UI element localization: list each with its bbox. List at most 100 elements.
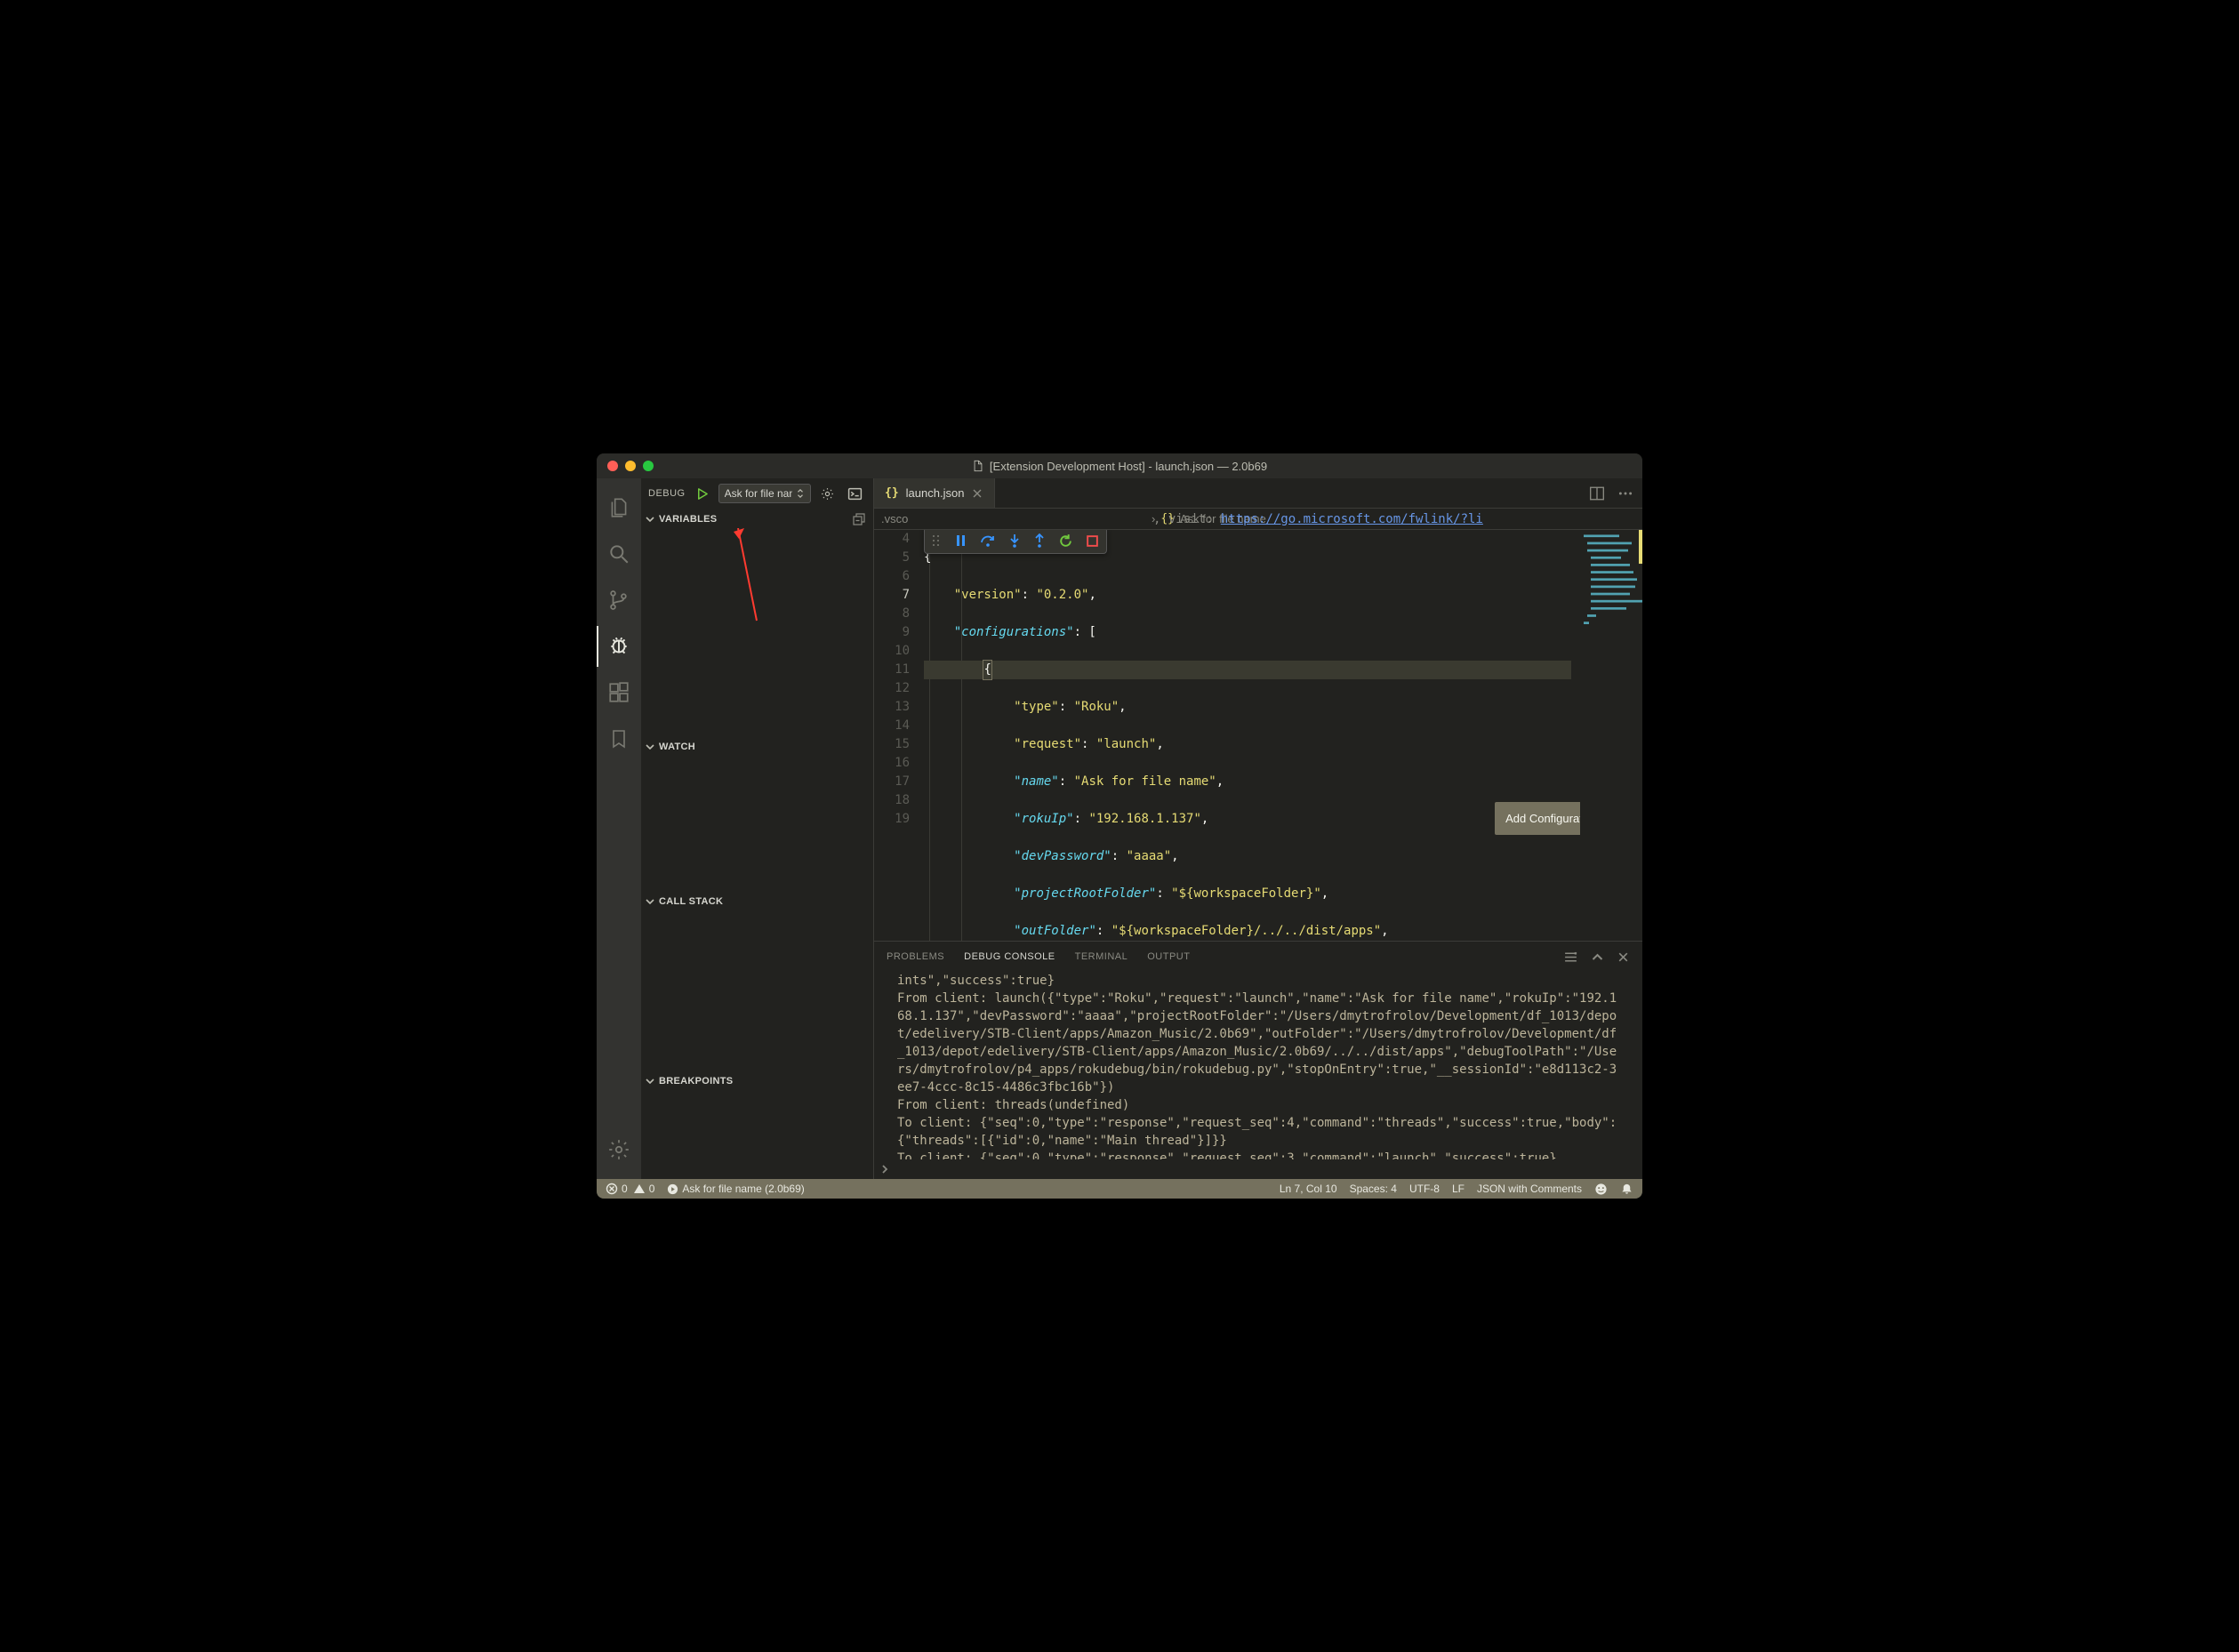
vscode-window: [Extension Development Host] - launch.js… [597, 453, 1642, 1199]
activity-bookmarks[interactable] [597, 718, 641, 759]
panel-close-button[interactable] [1617, 950, 1630, 964]
git-branch-icon [607, 589, 630, 612]
debug-restart-button[interactable] [1058, 533, 1073, 549]
status-cursor-position[interactable]: Ln 7, Col 10 [1280, 1183, 1337, 1195]
console-line: From client: threads(undefined) [897, 1096, 1619, 1114]
clear-console-button[interactable] [1563, 950, 1578, 965]
debug-console-output[interactable]: ints","success":true} From client: launc… [874, 972, 1642, 1159]
zoom-window-button[interactable] [643, 461, 654, 471]
editor-partial-top-line: , visit: https://go.microsoft.com/fwlink… [1153, 512, 1483, 526]
activity-source-control[interactable] [597, 580, 641, 621]
debug-view-title: DEBUG [648, 488, 686, 499]
sidebar-variables-section: VARIABLES [641, 509, 873, 736]
sidebar-callstack-label: CALL STACK [659, 896, 723, 907]
debug-config-select[interactable]: Ask for file name [718, 484, 811, 503]
close-icon [1617, 950, 1630, 964]
error-icon [606, 1183, 618, 1195]
panel-tabs: PROBLEMS DEBUG CONSOLE TERMINAL OUTPUT [874, 942, 1642, 972]
split-editor-button[interactable] [1589, 485, 1605, 501]
titlebar: [Extension Development Host] - launch.js… [597, 453, 1642, 478]
activity-explorer[interactable] [597, 487, 641, 528]
status-warnings[interactable]: 0 [633, 1183, 655, 1195]
status-indentation[interactable]: Spaces: 4 [1350, 1183, 1397, 1195]
activity-debug[interactable] [597, 626, 641, 667]
status-errors[interactable]: 0 [606, 1183, 628, 1195]
chevron-up-icon [1591, 950, 1604, 964]
debug-toolbar-drag-handle[interactable] [932, 533, 941, 548]
sidebar-variables-header[interactable]: VARIABLES [641, 509, 873, 530]
start-debug-button[interactable] [691, 485, 713, 502]
debug-config-selected-label: Ask for file name [725, 487, 792, 500]
smiley-icon [1594, 1183, 1608, 1196]
gear-icon [820, 486, 835, 501]
close-window-button[interactable] [607, 461, 618, 471]
debug-step-over-button[interactable] [980, 533, 996, 548]
breadcrumb[interactable]: .vsco › {} Ask for file name , visit: ht… [874, 509, 1642, 530]
editor-tab-label: launch.json [906, 486, 965, 500]
close-tab-button[interactable] [971, 487, 983, 500]
editor-group: {} launch.json .v [874, 478, 1642, 1179]
console-line: ints","success":true} [897, 972, 1619, 990]
status-encoding[interactable]: UTF-8 [1409, 1183, 1440, 1195]
editor-tabs: {} launch.json [874, 478, 1642, 509]
sidebar-callstack-section: CALL STACK [641, 891, 873, 1071]
stop-icon [1086, 534, 1099, 548]
activity-search[interactable] [597, 533, 641, 574]
panel-tab-debug-console[interactable]: DEBUG CONSOLE [964, 951, 1055, 962]
activity-settings[interactable] [597, 1129, 641, 1170]
debug-console-input-chevron[interactable] [879, 1164, 890, 1175]
gear-icon [607, 1138, 630, 1161]
step-out-icon [1033, 533, 1046, 548]
more-actions-button[interactable] [1617, 485, 1633, 501]
status-eol[interactable]: LF [1452, 1183, 1465, 1195]
extensions-icon [607, 681, 630, 704]
terminal-icon [847, 486, 863, 501]
file-icon [972, 460, 984, 472]
bug-icon [607, 635, 630, 658]
editor-tab-launch-json[interactable]: {} launch.json [874, 478, 995, 508]
code-content: { "version": "0.2.0", "configurations": … [924, 530, 1571, 941]
files-icon [607, 496, 630, 519]
code-editor[interactable]: 45678910111213141516171819 { "version": … [874, 530, 1642, 941]
sidebar-variables-label: VARIABLES [659, 514, 717, 525]
status-notifications-button[interactable] [1620, 1183, 1633, 1196]
open-launch-json-button[interactable] [816, 485, 839, 503]
sidebar-breakpoints-header[interactable]: BREAKPOINTS [641, 1071, 873, 1092]
sidebar-watch-header[interactable]: WATCH [641, 736, 873, 758]
activity-bar [597, 478, 641, 1179]
sidebar-breakpoints-section: BREAKPOINTS [641, 1071, 873, 1090]
bell-icon [1620, 1183, 1633, 1196]
collapse-all-button[interactable] [852, 512, 866, 526]
line-number-gutter: 45678910111213141516171819 [874, 530, 919, 829]
panel-tab-problems[interactable]: PROBLEMS [887, 951, 944, 962]
select-arrows-icon [796, 489, 805, 498]
debug-pause-button[interactable] [953, 533, 967, 548]
console-line: To client: {"seq":0,"type":"response","r… [897, 1150, 1619, 1159]
sidebar-callstack-header[interactable]: CALL STACK [641, 891, 873, 912]
minimap[interactable] [1580, 530, 1642, 941]
play-circle-icon [667, 1183, 678, 1195]
json-icon: {} [885, 486, 899, 500]
step-into-icon [1008, 533, 1021, 548]
play-icon [695, 487, 709, 501]
panel-tab-output[interactable]: OUTPUT [1147, 951, 1190, 962]
split-icon [1589, 485, 1605, 501]
status-debug-session[interactable]: Ask for file name (2.0b69) [667, 1183, 804, 1195]
chevron-down-icon [645, 514, 655, 525]
panel-collapse-button[interactable] [1591, 950, 1604, 964]
status-language-mode[interactable]: JSON with Comments [1477, 1183, 1582, 1195]
debug-step-into-button[interactable] [1008, 533, 1021, 548]
debug-stop-button[interactable] [1086, 534, 1099, 548]
ellipsis-icon [1617, 485, 1633, 501]
activity-extensions[interactable] [597, 672, 641, 713]
status-bar: 0 0 Ask for file name (2.0b69) Ln 7, Col… [597, 1179, 1642, 1199]
restart-icon [1058, 533, 1073, 549]
documentation-link[interactable]: https://go.microsoft.com/fwlink/?li [1221, 512, 1483, 526]
debug-console-toggle-button[interactable] [844, 485, 866, 503]
status-feedback-button[interactable] [1594, 1183, 1608, 1196]
panel-tab-terminal[interactable]: TERMINAL [1075, 951, 1128, 962]
debug-step-out-button[interactable] [1033, 533, 1046, 548]
minimize-window-button[interactable] [625, 461, 636, 471]
breadcrumb-folder[interactable]: .vsco [881, 512, 908, 525]
bookmark-icon [608, 728, 630, 750]
